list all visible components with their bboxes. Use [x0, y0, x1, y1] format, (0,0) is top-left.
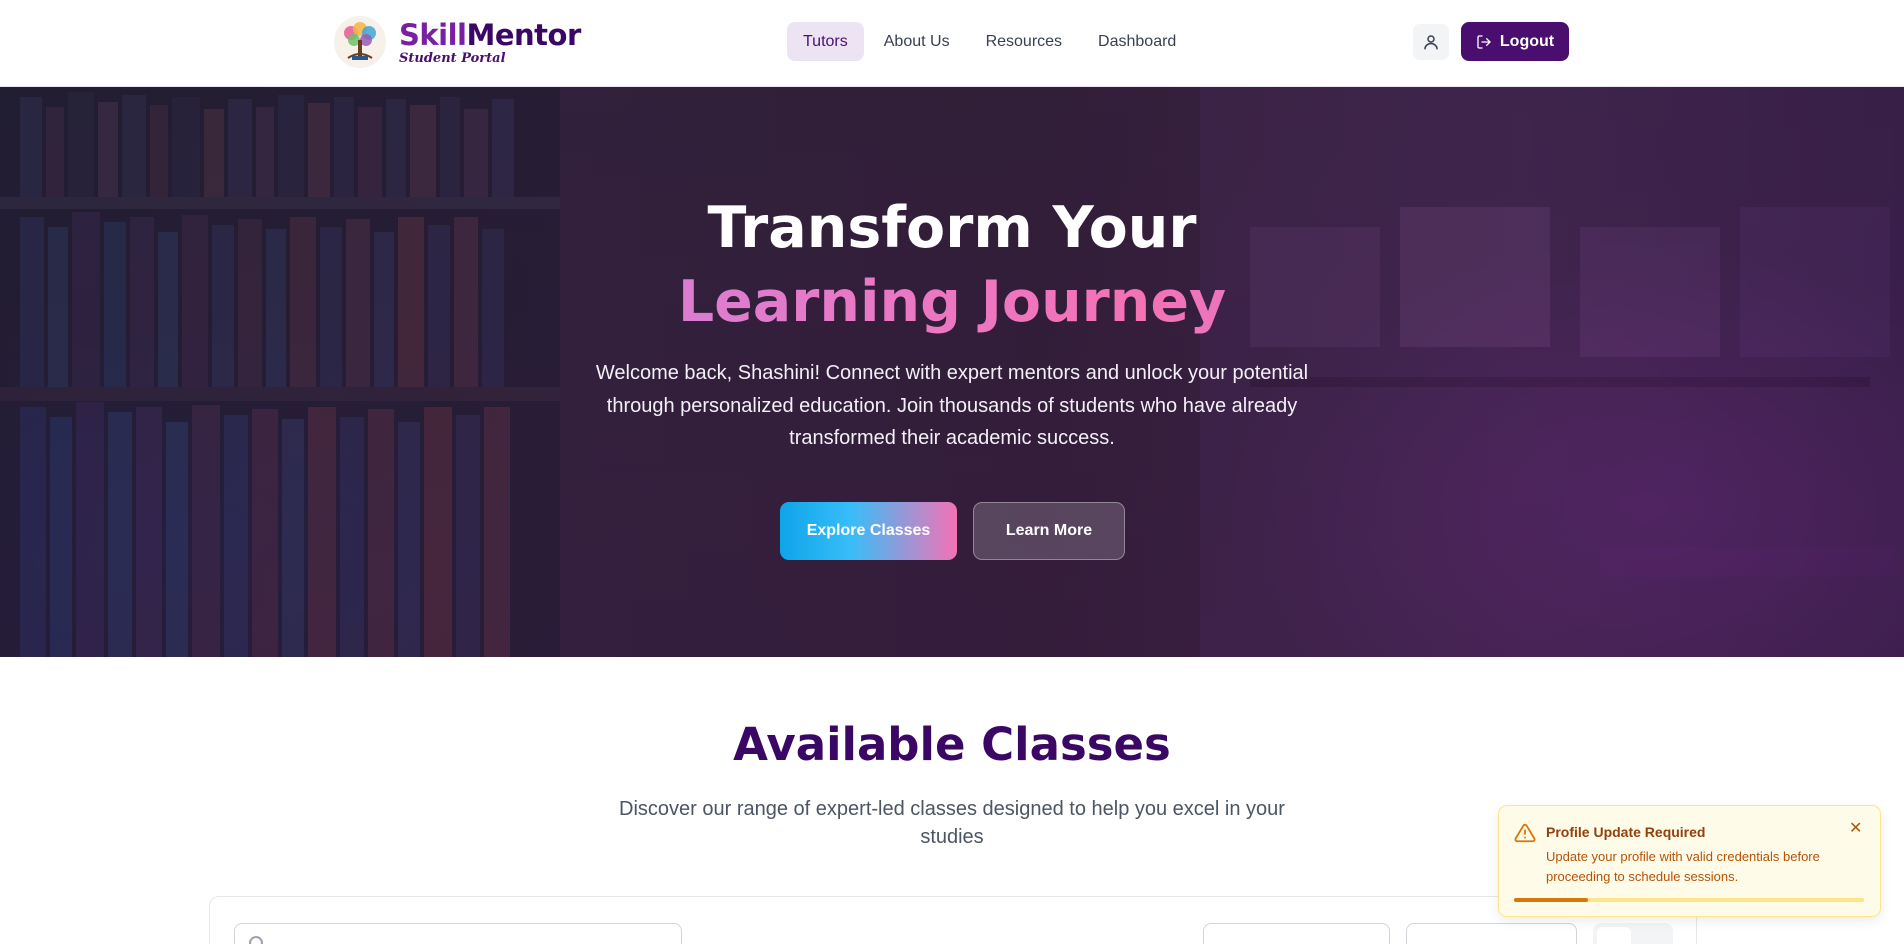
hero-title-line1: Transform Your: [707, 195, 1197, 261]
close-icon[interactable]: ✕: [1849, 818, 1862, 837]
nav-item-resources[interactable]: Resources: [970, 22, 1078, 61]
tree-logo-icon: [334, 16, 386, 68]
hero-title-line2: Learning Journey: [0, 265, 1904, 339]
section-title: Available Classes: [733, 718, 1171, 771]
brand-subtitle: Student Portal: [399, 50, 506, 66]
sort-select[interactable]: [1406, 923, 1577, 944]
section-subtitle: Discover our range of expert-led classes…: [619, 798, 1285, 848]
toast-progress-fill: [1514, 898, 1588, 902]
brand[interactable]: SkillMentor Student Portal: [334, 16, 581, 68]
logout-button[interactable]: Logout: [1461, 22, 1569, 61]
search-icon: [249, 936, 263, 944]
toast-message: Update your profile with valid credentia…: [1546, 849, 1820, 884]
hero-title: Transform Your Learning Journey: [0, 191, 1904, 339]
nav-item-tutors[interactable]: Tutors: [787, 22, 864, 61]
view-toggle: [1593, 923, 1673, 944]
search-input[interactable]: [234, 923, 682, 944]
profile-update-toast: Profile Update Required Update your prof…: [1498, 805, 1881, 917]
profile-button[interactable]: [1413, 24, 1449, 60]
user-icon: [1424, 35, 1438, 50]
subject-filter-select[interactable]: [1203, 923, 1390, 944]
toast-title: Profile Update Required: [1546, 824, 1706, 840]
main-nav: Tutors About Us Resources Dashboard: [787, 22, 1192, 61]
nav-item-dashboard[interactable]: Dashboard: [1082, 22, 1192, 61]
brand-name: SkillMentor: [399, 17, 581, 52]
filter-bar: [209, 896, 1697, 944]
explore-classes-button[interactable]: Explore Classes: [780, 502, 957, 560]
logout-icon: [1477, 34, 1491, 49]
toast-progress-track: [1514, 898, 1864, 902]
hero-description: Welcome back, Shashini! Connect with exp…: [595, 362, 1309, 449]
learn-more-button[interactable]: Learn More: [973, 502, 1125, 560]
logout-label: Logout: [1499, 32, 1555, 50]
warning-icon: [1514, 823, 1536, 843]
grid-view-button[interactable]: [1597, 927, 1631, 944]
top-header: SkillMentor Student Portal Tutors About …: [0, 0, 1904, 87]
hero-section: Transform Your Learning Journey Welcome …: [0, 87, 1904, 657]
nav-item-about-us[interactable]: About Us: [868, 22, 966, 61]
